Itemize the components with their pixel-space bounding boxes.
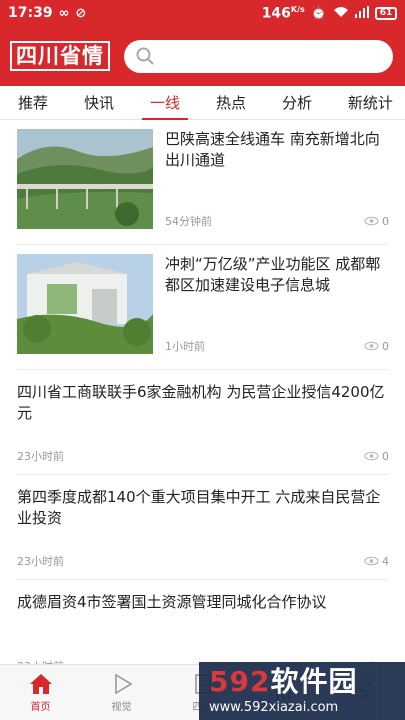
news-thumbnail xyxy=(17,129,153,229)
play-icon xyxy=(114,673,133,694)
battery-icon: 61 xyxy=(375,6,397,20)
eye-icon xyxy=(364,216,379,226)
check-circle-icon: ⊘ xyxy=(75,5,87,21)
status-bar: 17:39 ∞ ⊘ 146K/s ⏰ 61 xyxy=(0,0,405,26)
tab-tuijian[interactable]: 推荐 xyxy=(18,92,48,119)
app-header: 四川省情 xyxy=(0,26,405,86)
news-title: 第四季度成都140个重大项目集中开工 六成来自民营企业投资 xyxy=(17,488,381,527)
news-time: 23小时前 xyxy=(17,450,64,463)
eye-icon xyxy=(364,341,379,351)
news-title: 四川省工商联联手6家金融机构 为民营企业授信4200亿元 xyxy=(17,383,385,422)
site-watermark: 592软件园 www.592xiazai.com xyxy=(199,662,405,720)
category-tabs: 推荐 快讯 一线 热点 分析 新统计 xyxy=(0,86,405,120)
news-time: 23小时前 xyxy=(17,555,64,568)
infinity-icon: ∞ xyxy=(58,5,70,21)
tab-fenxi[interactable]: 分析 xyxy=(282,92,312,119)
news-meta: 23小时前 0 xyxy=(17,448,389,464)
search-bar[interactable] xyxy=(124,39,393,73)
news-meta: 54分钟前 0 xyxy=(165,213,389,229)
search-icon xyxy=(136,47,154,65)
tab-kuaixun[interactable]: 快讯 xyxy=(84,92,114,119)
news-meta: 23小时前 4 xyxy=(17,553,389,569)
news-meta: 1小时前 0 xyxy=(165,338,389,354)
view-count: 0 xyxy=(364,450,389,463)
news-title: 冲刺“万亿级”产业功能区 成都郫都区加速建设电子信息城 xyxy=(165,255,381,294)
signal-icon xyxy=(355,5,369,21)
view-count: 0 xyxy=(364,340,389,353)
news-time: 1小时前 xyxy=(165,340,205,353)
watermark-brand: 592软件园 xyxy=(209,664,358,698)
watermark-url: www.592xiazai.com xyxy=(209,699,339,715)
nav-home[interactable]: 首页 xyxy=(0,665,81,720)
view-count: 0 xyxy=(364,215,389,228)
home-icon xyxy=(29,673,52,694)
news-title: 成德眉资4市签署国土资源管理同城化合作协议 xyxy=(17,593,327,611)
wifi-icon xyxy=(333,6,349,21)
search-input[interactable] xyxy=(162,48,393,64)
status-time: 17:39 xyxy=(8,5,53,21)
news-item[interactable]: 四川省工商联联手6家金融机构 为民营企业授信4200亿元 23小时前 0 xyxy=(17,370,389,475)
app-logo: 四川省情 xyxy=(10,40,110,72)
network-speed: 146K/s xyxy=(261,4,305,22)
eye-icon xyxy=(364,451,379,461)
news-item[interactable]: 第四季度成都140个重大项目集中开工 六成来自民营企业投资 23小时前 4 xyxy=(17,475,389,580)
news-thumbnail xyxy=(17,254,153,354)
view-count: 4 xyxy=(364,555,389,568)
tab-yixian[interactable]: 一线 xyxy=(141,92,189,120)
news-time: 54分钟前 xyxy=(165,215,212,228)
tab-xintongji[interactable]: 新统计 xyxy=(348,92,393,119)
news-item[interactable]: 巴陕高速全线通车 南充新增北向出川通道 54分钟前 0 xyxy=(17,120,389,245)
alarm-icon: ⏰ xyxy=(310,5,327,21)
news-feed: 巴陕高速全线通车 南充新增北向出川通道 54分钟前 0 冲刺“万亿级”产业功能区… xyxy=(0,120,405,685)
news-item[interactable]: 冲刺“万亿级”产业功能区 成都郫都区加速建设电子信息城 1小时前 0 xyxy=(17,245,389,370)
nav-visual[interactable]: 视觉 xyxy=(81,665,162,720)
news-title: 巴陕高速全线通车 南充新增北向出川通道 xyxy=(165,130,380,169)
tab-redian[interactable]: 热点 xyxy=(216,92,246,119)
eye-icon xyxy=(364,556,379,566)
